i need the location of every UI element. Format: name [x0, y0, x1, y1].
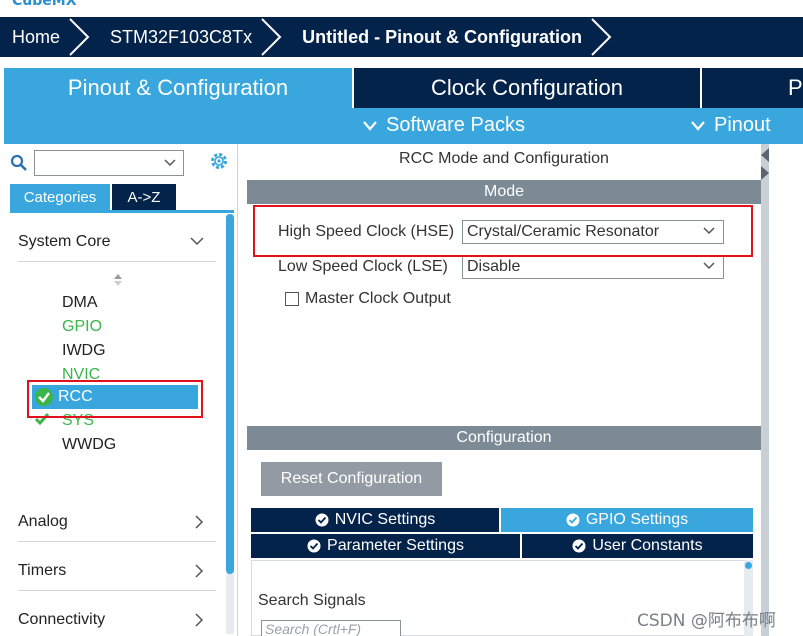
tab-clock-configuration[interactable]: Clock Configuration	[352, 68, 700, 108]
peripheral-iwdg[interactable]: IWDG	[62, 342, 106, 360]
software-packs-label: Software Packs	[386, 114, 525, 136]
tab-pinout-configuration[interactable]: Pinout & Configuration	[4, 68, 352, 108]
sub-toolbar: Software Packs Pinout	[4, 108, 803, 144]
chevron-down-icon	[691, 120, 705, 131]
tab-gpio-settings-label: GPIO Settings	[585, 511, 689, 528]
gear-icon[interactable]	[208, 150, 230, 172]
panel-title: RCC Mode and Configuration	[399, 150, 609, 167]
pinout-menu-label: Pinout	[714, 114, 771, 136]
chevron-down-icon	[363, 120, 377, 131]
expand-right-icon[interactable]	[761, 166, 769, 180]
tab-nvic-settings-label: NVIC Settings	[334, 511, 436, 528]
category-tab-underline	[10, 210, 234, 213]
collapse-left-icon[interactable]	[761, 148, 769, 162]
search-signals-label: Search Signals	[258, 592, 366, 609]
breadcrumb-current[interactable]: Untitled - Pinout & Configuration	[286, 17, 616, 57]
chevron-right-icon	[591, 18, 612, 56]
tab-user-constants-label: User Constants	[592, 537, 703, 554]
main-tabs: Pinout & Configuration Clock Configurati…	[4, 68, 803, 108]
category-scrollbar[interactable]	[226, 214, 234, 634]
category-scrollbar-thumb[interactable]	[226, 214, 234, 574]
group-connectivity[interactable]: Connectivity	[18, 600, 216, 636]
mco-checkbox[interactable]	[285, 292, 299, 306]
chevron-down-icon[interactable]	[164, 159, 176, 167]
tab-project-manager[interactable]: P	[700, 68, 803, 108]
breadcrumb-current-label: Untitled - Pinout & Configuration	[302, 26, 583, 47]
peripheral-dma[interactable]: DMA	[62, 294, 98, 312]
category-search-input[interactable]	[34, 150, 184, 176]
chevron-right-icon	[195, 563, 204, 578]
check-circle-icon	[307, 539, 321, 553]
watermark: CSDN @阿布布啊	[637, 611, 776, 631]
tab-a-to-z[interactable]: A->Z	[112, 184, 176, 210]
sort-icon[interactable]	[113, 272, 123, 288]
breadcrumb-chip-label: STM32F103C8Tx	[110, 26, 253, 47]
group-timers-label: Timers	[18, 561, 67, 579]
search-icon[interactable]	[10, 154, 28, 172]
breadcrumb-chip[interactable]: STM32F103C8Tx	[94, 17, 286, 57]
group-system-core-label: System Core	[18, 232, 111, 250]
lse-field: Low Speed Clock (LSE) Disable	[278, 255, 724, 279]
check-circle-icon	[572, 539, 586, 553]
lse-select[interactable]: Disable	[462, 255, 724, 279]
peripheral-wwdg[interactable]: WWDG	[62, 436, 116, 454]
chevron-right-icon	[195, 514, 204, 529]
app-logo: CubeMX	[12, 0, 77, 9]
breadcrumb-home-label: Home	[12, 26, 61, 47]
software-packs-menu[interactable]: Software Packs	[362, 114, 525, 137]
mco-label: Master Clock Output	[305, 290, 451, 307]
category-search	[10, 150, 184, 176]
tab-parameter-settings-label: Parameter Settings	[327, 537, 464, 554]
lse-label: Low Speed Clock (LSE)	[278, 258, 448, 275]
check-circle-icon	[566, 513, 580, 527]
pinout-menu[interactable]: Pinout	[690, 114, 771, 137]
chevron-right-icon	[195, 612, 204, 627]
group-analog-label: Analog	[18, 512, 68, 530]
hse-highlight-box	[253, 205, 753, 257]
check-circle-icon	[315, 513, 329, 527]
configuration-header: Configuration	[247, 426, 761, 450]
tab-gpio-settings[interactable]: GPIO Settings	[501, 508, 753, 532]
category-list: System Core DMA GPIO IWDG NVIC SYS WWDG …	[10, 214, 224, 636]
chevron-right-icon	[261, 18, 282, 56]
tab-parameter-settings[interactable]: Parameter Settings	[251, 534, 520, 558]
reset-configuration-button[interactable]: Reset Configuration	[261, 462, 442, 496]
mode-header: Mode	[247, 180, 761, 204]
group-system-core[interactable]: System Core	[18, 222, 216, 262]
tab-user-constants[interactable]: User Constants	[522, 534, 753, 558]
lse-select-value: Disable	[467, 258, 521, 275]
chevron-right-icon	[69, 18, 90, 56]
breadcrumb: Home STM32F103C8Tx Untitled - Pinout & C…	[0, 17, 803, 57]
rcc-highlight-box	[27, 380, 203, 418]
chevron-down-icon	[190, 237, 204, 246]
tab-categories[interactable]: Categories	[10, 184, 110, 210]
pinout-view-pane	[769, 144, 803, 636]
mco-field: Master Clock Output	[285, 290, 451, 308]
tab-nvic-settings[interactable]: NVIC Settings	[251, 508, 499, 532]
signals-scrollbar-thumb[interactable]	[745, 562, 752, 569]
category-tabs: Categories A->Z	[10, 184, 176, 210]
breadcrumb-home[interactable]: Home	[0, 17, 94, 57]
group-analog[interactable]: Analog	[18, 502, 216, 542]
group-timers[interactable]: Timers	[18, 551, 216, 591]
group-connectivity-label: Connectivity	[18, 610, 106, 628]
chevron-down-icon	[703, 262, 715, 270]
peripheral-gpio[interactable]: GPIO	[62, 318, 102, 336]
search-signals-input[interactable]: Search (Crtl+F)	[261, 620, 401, 636]
panel-splitter[interactable]	[761, 144, 769, 636]
